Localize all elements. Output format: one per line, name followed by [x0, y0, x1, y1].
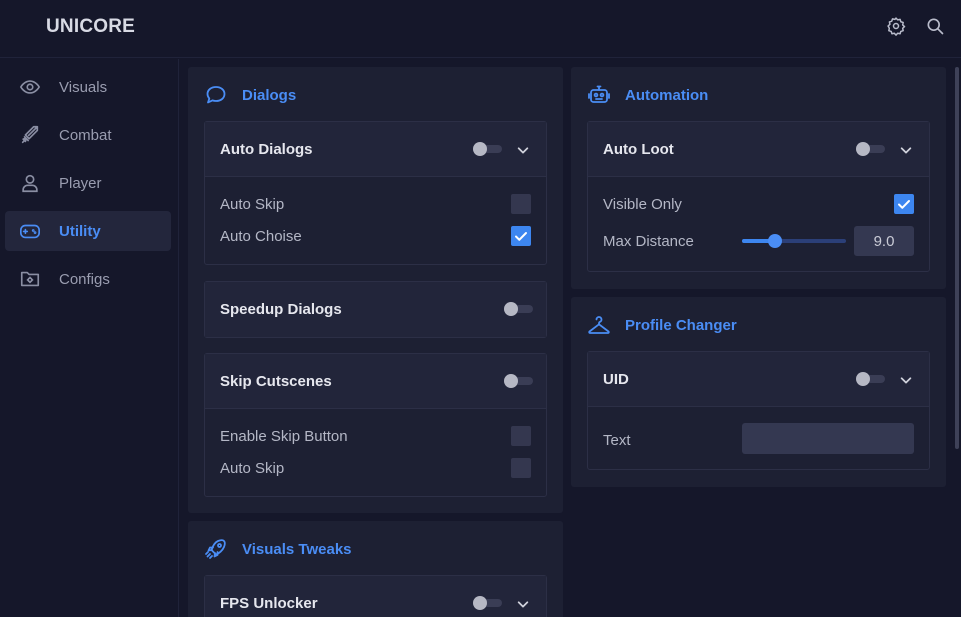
sidebar-item-utility[interactable]: Utility — [5, 211, 171, 251]
panel-title: Automation — [625, 86, 709, 104]
auto-skip-checkbox[interactable] — [511, 194, 531, 214]
option-label: Text — [603, 431, 631, 449]
option-label: Auto Skip — [220, 195, 285, 213]
card-title: UID — [603, 370, 629, 388]
max-distance-slider[interactable] — [742, 234, 846, 248]
card-header: FPS Unlocker — [205, 576, 546, 617]
panel-header: Profile Changer — [587, 313, 737, 337]
eye-icon — [18, 75, 42, 99]
sidebar-item-label: Utility — [59, 222, 101, 240]
card-header: Speedup Dialogs — [205, 282, 546, 337]
sword-icon — [18, 123, 42, 147]
card-header: Auto Dialogs — [205, 122, 546, 177]
chevron-down-icon[interactable] — [516, 597, 530, 611]
auto-loot-toggle[interactable] — [856, 142, 885, 156]
visuals-tweaks-panel: Visuals Tweaks FPS Unlocker — [188, 521, 563, 617]
slider-handle[interactable] — [768, 234, 782, 248]
speedup-dialogs-card: Speedup Dialogs — [204, 281, 547, 338]
chevron-down-icon[interactable] — [899, 143, 913, 157]
fps-unlocker-card: FPS Unlocker — [204, 575, 547, 617]
auto-choise-checkbox[interactable] — [511, 226, 531, 246]
card-title: Auto Dialogs — [220, 140, 313, 158]
dialogs-panel: Dialogs Auto Dialogs Auto Skip Auto Choi… — [188, 67, 563, 513]
auto-dialogs-card: Auto Dialogs Auto Skip Auto Choise — [204, 121, 547, 265]
panel-header: Automation — [587, 83, 708, 107]
option-row: Visible Only — [603, 193, 914, 215]
option-row: Auto Skip — [220, 457, 531, 479]
auto-loot-card: Auto Loot Visible Only Max Distance 9.0 — [587, 121, 930, 272]
skip-cutscenes-toggle[interactable] — [504, 374, 533, 388]
card-title: Speedup Dialogs — [220, 301, 342, 318]
sidebar-item-label: Combat — [59, 126, 112, 144]
cutscene-auto-skip-checkbox[interactable] — [511, 458, 531, 478]
app-title: UNICORE — [46, 16, 136, 37]
checkmark-icon — [515, 232, 527, 241]
option-label: Visible Only — [603, 195, 682, 213]
user-icon — [18, 171, 42, 195]
option-row: Enable Skip Button — [220, 425, 531, 447]
robot-icon — [587, 83, 611, 107]
skip-cutscenes-card: Skip Cutscenes Enable Skip Button Auto S… — [204, 353, 547, 497]
uid-text-input[interactable] — [742, 423, 914, 454]
card-header: Auto Loot — [588, 122, 929, 177]
top-bar: UNICORE — [0, 0, 961, 58]
hanger-icon — [587, 313, 611, 337]
gamepad-icon — [18, 219, 42, 243]
uid-toggle[interactable] — [856, 372, 885, 386]
profile-changer-panel: Profile Changer UID Text — [571, 297, 946, 487]
option-label: Auto Skip — [220, 459, 285, 477]
sidebar: Visuals Combat Player Utility Configs — [0, 59, 179, 617]
card-header: UID — [588, 352, 929, 407]
rocket-icon — [204, 537, 228, 561]
sidebar-item-visuals[interactable]: Visuals — [5, 67, 171, 107]
automation-panel: Automation Auto Loot Visible Only Max Di… — [571, 67, 946, 289]
option-label: Max Distance — [603, 232, 694, 250]
folder-gear-icon — [18, 267, 42, 291]
chevron-down-icon[interactable] — [899, 373, 913, 387]
sidebar-item-player[interactable]: Player — [5, 163, 171, 203]
panel-header: Dialogs — [204, 83, 296, 107]
speedup-dialogs-toggle[interactable] — [504, 302, 533, 316]
auto-dialogs-toggle[interactable] — [473, 142, 502, 156]
sidebar-item-label: Player — [59, 174, 102, 192]
panel-title: Profile Changer — [625, 316, 737, 334]
option-label: Auto Choise — [220, 227, 302, 245]
enable-skip-button-checkbox[interactable] — [511, 426, 531, 446]
option-label: Enable Skip Button — [220, 427, 348, 445]
sidebar-item-configs[interactable]: Configs — [5, 259, 171, 299]
option-row: Auto Skip — [220, 193, 531, 215]
sidebar-item-label: Configs — [59, 270, 110, 288]
sidebar-item-combat[interactable]: Combat — [5, 115, 171, 155]
scrollbar[interactable] — [955, 67, 959, 449]
option-row: Auto Choise — [220, 225, 531, 247]
chat-bubble-icon — [204, 83, 228, 107]
panel-title: Visuals Tweaks — [242, 540, 352, 558]
panel-header: Visuals Tweaks — [204, 537, 352, 561]
max-distance-value[interactable]: 9.0 — [854, 226, 914, 256]
card-title: Skip Cutscenes — [220, 372, 332, 390]
fps-unlocker-toggle[interactable] — [473, 596, 502, 610]
checkmark-icon — [898, 200, 910, 209]
sidebar-item-label: Visuals — [59, 78, 108, 96]
gear-icon[interactable] — [886, 16, 906, 36]
uid-card: UID Text — [587, 351, 930, 470]
card-header: Skip Cutscenes — [205, 354, 546, 409]
search-icon[interactable] — [925, 16, 945, 36]
panel-title: Dialogs — [242, 86, 297, 104]
visible-only-checkbox[interactable] — [894, 194, 914, 214]
card-title: FPS Unlocker — [220, 595, 318, 612]
chevron-down-icon[interactable] — [516, 143, 530, 157]
card-title: Auto Loot — [603, 140, 674, 158]
